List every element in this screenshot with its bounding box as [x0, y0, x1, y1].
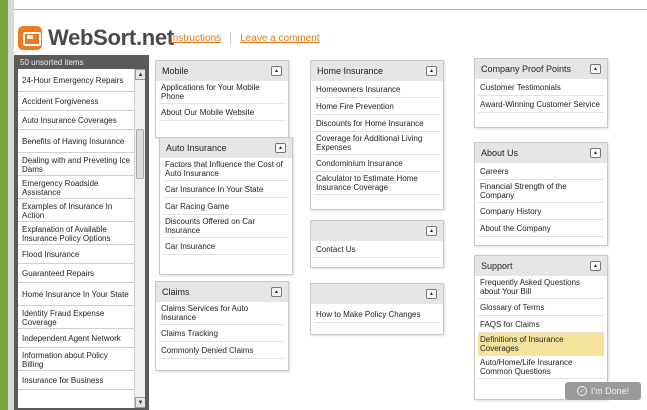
group-title: Claims — [162, 287, 190, 297]
unsorted-card[interactable]: Examples of Insurance In Action — [18, 199, 145, 222]
group-header: Home Insurance ▲ — [311, 61, 443, 81]
group-card[interactable]: Condominium Insurance — [314, 155, 440, 172]
app-name: WebSort.net — [48, 25, 174, 50]
scroll-up-icon[interactable]: ▲ — [135, 69, 145, 80]
group-company-proof-points[interactable]: Company Proof Points ▲ Customer Testimon… — [474, 58, 608, 128]
group-header: Claims ▲ — [156, 282, 288, 302]
link-separator — [230, 32, 232, 44]
group-card[interactable]: Commonly Denied Claims — [159, 342, 285, 359]
collapse-icon[interactable]: ▲ — [590, 64, 601, 74]
unsorted-card[interactable]: 24-Hour Emergency Repairs — [18, 69, 145, 92]
group-header: Company Proof Points ▲ — [475, 59, 607, 79]
group-claims[interactable]: Claims ▲ Claims Services for Auto Insura… — [155, 281, 289, 371]
collapse-icon[interactable]: ▲ — [275, 143, 286, 153]
unsorted-list[interactable]: 24-Hour Emergency Repairs Accident Forgi… — [18, 69, 145, 408]
group-card[interactable]: Customer Testimonials — [478, 79, 604, 96]
collapse-icon[interactable]: ▲ — [426, 226, 437, 236]
group-title: Support — [481, 261, 513, 271]
group-card[interactable]: Car Insurance In Your State — [163, 181, 289, 198]
group-header: Support ▲ — [475, 256, 607, 276]
group-unnamed-2[interactable]: ▲ How to Make Policy Changes — [310, 283, 444, 335]
group-header: Mobile ▲ — [156, 61, 288, 81]
group-card[interactable]: Frequently Asked Questions about Your Bi… — [478, 276, 604, 299]
unsorted-card[interactable]: Emergency Roadside Assistance — [18, 176, 145, 199]
group-card[interactable]: Homeowners Insurance — [314, 81, 440, 98]
group-card[interactable]: How to Make Policy Changes — [314, 306, 440, 323]
instructions-link[interactable]: Instructions — [170, 33, 221, 44]
group-card[interactable]: Glossary of Terms — [478, 299, 604, 316]
group-card[interactable]: FAQS for Claims — [478, 316, 604, 333]
group-title: Auto Insurance — [166, 143, 227, 153]
group-header: ▲ — [311, 284, 443, 304]
sidebar-scrollbar[interactable]: ▲ ▼ — [134, 69, 145, 408]
check-icon: ✓ — [576, 386, 587, 396]
unsorted-card[interactable]: Independent Agent Network — [18, 329, 145, 348]
done-button[interactable]: ✓ I'm Done! — [565, 382, 641, 400]
group-title: About Us — [481, 148, 519, 158]
unsorted-count: 50 unsorted items — [20, 58, 84, 67]
unsorted-card[interactable]: Auto Insurance Coverages — [18, 111, 145, 130]
collapse-icon[interactable]: ▲ — [426, 66, 437, 76]
group-card[interactable]: Car Racing Game — [163, 198, 289, 215]
group-card[interactable]: Discounts Offered on Car Insurance — [163, 215, 289, 238]
top-links: Instructions Leave a comment — [170, 32, 320, 44]
group-card[interactable]: Calculator to Estimate Home Insurance Co… — [314, 172, 440, 195]
group-card[interactable]: Claims Services for Auto Insurance — [159, 302, 285, 325]
group-header: ▲ — [311, 221, 443, 241]
unsorted-card[interactable]: Guaranteed Repairs — [18, 264, 145, 283]
group-unnamed-1[interactable]: ▲ Contact Us — [310, 220, 444, 268]
collapse-icon[interactable]: ▲ — [271, 66, 282, 76]
group-auto-insurance[interactable]: Auto Insurance ▲ Factors that Influence … — [159, 137, 293, 275]
collapse-icon[interactable]: ▲ — [590, 148, 601, 158]
logo: WebSort.net — [18, 22, 174, 54]
group-card[interactable]: Award-Winning Customer Service — [478, 96, 604, 113]
unsorted-card[interactable]: Home Insurance In Your State — [18, 283, 145, 306]
group-card[interactable]: Claims Tracking — [159, 325, 285, 342]
unsorted-card[interactable]: Information about Policy Billing — [18, 348, 145, 371]
group-card[interactable]: Company History — [478, 203, 604, 220]
scroll-down-icon[interactable]: ▼ — [135, 397, 145, 408]
group-card[interactable]: Car Insurance — [163, 238, 289, 255]
group-card[interactable]: Discounts for Home Insurance — [314, 115, 440, 132]
collapse-icon[interactable]: ▲ — [271, 287, 282, 297]
group-title: Company Proof Points — [481, 64, 572, 74]
collapse-icon[interactable]: ▲ — [426, 289, 437, 299]
group-about-us[interactable]: About Us ▲ Careers Financial Strength of… — [474, 142, 608, 246]
group-card[interactable]: Auto/Home/Life Insurance Common Question… — [478, 356, 604, 379]
unsorted-card[interactable]: Benefits of Having Insurance — [18, 130, 145, 153]
group-title: Mobile — [162, 66, 189, 76]
group-card[interactable]: Factors that Influence the Cost of Auto … — [163, 158, 289, 181]
group-title: Home Insurance — [317, 66, 384, 76]
group-card[interactable]: Contact Us — [314, 241, 440, 258]
unsorted-card[interactable]: Accident Forgiveness — [18, 92, 145, 111]
unsorted-card[interactable]: Identity Fraud Expense Coverage — [18, 306, 145, 329]
websort-logo-icon — [18, 26, 42, 50]
leave-comment-link[interactable]: Leave a comment — [240, 33, 320, 44]
scroll-thumb[interactable] — [136, 129, 144, 179]
group-card-highlighted[interactable]: Definitions of Insurance Coverages — [478, 333, 604, 356]
unsorted-card[interactable]: Flood Insurance — [18, 245, 145, 264]
top-divider — [14, 9, 647, 10]
collapse-icon[interactable]: ▲ — [590, 261, 601, 271]
done-label: I'm Done! — [590, 386, 630, 396]
unsorted-card[interactable]: Insurance for Business — [18, 371, 145, 390]
group-card[interactable]: Financial Strength of the Company — [478, 180, 604, 203]
group-home-insurance[interactable]: Home Insurance ▲ Homeowners Insurance Ho… — [310, 60, 444, 210]
group-card[interactable]: About Our Mobile Website — [159, 104, 285, 121]
group-header: About Us ▲ — [475, 143, 607, 163]
unsorted-sidebar: 50 unsorted items 24-Hour Emergency Repa… — [14, 55, 149, 410]
group-header: Auto Insurance ▲ — [160, 138, 292, 158]
unsorted-card[interactable]: Dealing with and Preveting Ice Dams — [18, 153, 145, 176]
group-card[interactable]: Coverage for Additional Living Expenses — [314, 132, 440, 155]
group-card[interactable]: Careers — [478, 163, 604, 180]
group-card[interactable]: Home Fire Prevention — [314, 98, 440, 115]
group-card[interactable]: Applications for Your Mobile Phone — [159, 81, 285, 104]
unsorted-card[interactable]: Explanation of Available Insurance Polic… — [18, 222, 145, 245]
group-card[interactable]: About the Company — [478, 220, 604, 237]
left-accent-bar — [0, 0, 8, 410]
group-mobile[interactable]: Mobile ▲ Applications for Your Mobile Ph… — [155, 60, 289, 138]
group-support[interactable]: Support ▲ Frequently Asked Questions abo… — [474, 255, 608, 400]
